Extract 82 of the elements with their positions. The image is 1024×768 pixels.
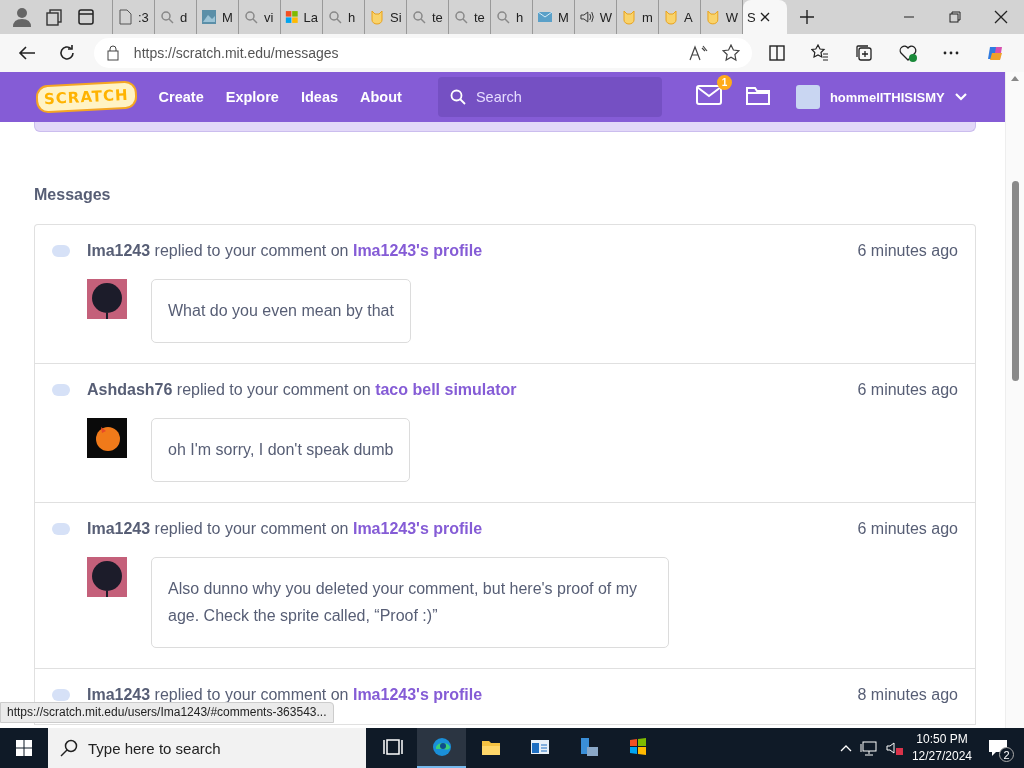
cat-icon [705, 9, 721, 25]
search-field[interactable]: Search [437, 77, 662, 117]
message-text: Ima1243 replied to your comment on Ima1243's profile [87, 520, 484, 538]
browser-tab[interactable]: S [743, 0, 787, 34]
taskbar-search-field[interactable]: Type here to search [48, 728, 366, 768]
cat-icon [621, 9, 637, 25]
close-icon[interactable] [994, 10, 1008, 24]
scrollbar-thumb[interactable] [1011, 181, 1019, 381]
nav-link[interactable]: About [360, 89, 402, 105]
search-icon [495, 9, 511, 25]
favorites-icon[interactable] [811, 44, 830, 62]
scroll-up-icon[interactable] [1011, 76, 1019, 81]
status-url: https://scratch.mit.edu/users/Ima1243/#comments-363543... [0, 702, 334, 723]
heart-pulse-icon[interactable] [898, 44, 917, 62]
tab-actions-icon[interactable] [77, 8, 95, 26]
project-link[interactable]: Ima1243's profile [352, 686, 483, 703]
network-icon[interactable] [859, 740, 878, 756]
copilot-icon[interactable] [986, 44, 1005, 62]
username[interactable]: hommelITHISISMY [829, 89, 945, 105]
read-aloud-icon[interactable] [687, 45, 708, 61]
favorite-icon[interactable] [721, 44, 740, 62]
project-link[interactable]: taco bell simulator [375, 381, 517, 398]
envelope-icon[interactable] [695, 85, 722, 105]
search-icon [159, 9, 175, 25]
search-icon [453, 9, 469, 25]
scrollbar[interactable] [1005, 72, 1024, 728]
page-icon [117, 9, 133, 25]
comment-bubble: Also dunno why you deleted your comment, but here's proof of my age. Check the sprite called, “Proof :)” [151, 557, 669, 648]
windows-logo-icon [285, 9, 299, 25]
project-link[interactable]: Ima1243's profile [352, 520, 483, 537]
speaker-icon [579, 9, 595, 25]
search-icon [449, 89, 466, 105]
nav-link[interactable]: Explore [225, 89, 279, 105]
timestamp: 6 minutes ago [857, 381, 958, 399]
user-avatar[interactable] [87, 418, 127, 458]
comment-bubble: What do you even mean by that [151, 279, 411, 343]
search-icon [327, 9, 343, 25]
new-tab-icon[interactable] [799, 9, 815, 25]
project-link[interactable]: Ima1243's profile [352, 242, 483, 259]
lock-icon [105, 45, 120, 61]
user-avatar[interactable] [795, 85, 820, 109]
task-view-icon [382, 737, 403, 757]
profile-icon[interactable] [12, 7, 32, 27]
message-text: Ima1243 replied to your comment on Ima1243's profile [87, 686, 484, 704]
collections-icon[interactable] [855, 44, 874, 62]
windows-logo-icon[interactable] [16, 740, 32, 756]
nav-link[interactable]: Ideas [300, 89, 339, 105]
search-icon [411, 9, 427, 25]
timestamp: 8 minutes ago [857, 686, 958, 704]
timestamp: 6 minutes ago [857, 520, 958, 538]
cat-icon [663, 9, 679, 25]
search-icon [243, 9, 259, 25]
taskbar-clock[interactable]: 10:50 PM 12/27/2024 [911, 731, 972, 765]
message-text: Ima1243 replied to your comment on Ima1243's profile [87, 242, 484, 260]
close-icon[interactable] [759, 12, 770, 22]
timestamp: 6 minutes ago [857, 242, 958, 260]
window-icon [529, 737, 550, 757]
message-text: Ashdash76 replied to your comment on taco bell simulator [87, 381, 518, 399]
speaker-muted-icon[interactable] [885, 740, 904, 756]
image-icon [201, 9, 217, 25]
user-avatar[interactable] [87, 279, 127, 319]
taskbar-app[interactable] [417, 728, 466, 768]
chevron-up-icon[interactable] [839, 744, 852, 752]
notification-count-badge: 2 [999, 747, 1014, 762]
message-count-badge: 1 [716, 75, 732, 90]
search-icon [60, 739, 78, 757]
address-bar[interactable]: https://scratch.mit.edu/messages [93, 38, 752, 68]
caret-icon[interactable] [954, 93, 967, 101]
workspaces-icon[interactable] [45, 8, 63, 26]
cat-icon [369, 9, 385, 25]
split-screen-icon[interactable] [767, 44, 786, 62]
nav-link[interactable]: Create [158, 89, 204, 105]
folder-icon[interactable] [745, 85, 770, 105]
restore-icon[interactable] [949, 11, 961, 23]
refresh-icon[interactable] [57, 44, 76, 62]
user-avatar[interactable] [87, 557, 127, 597]
browser-icon [431, 737, 452, 757]
envelope-icon [537, 9, 553, 25]
comment-bubble: oh I'm sorry, I don't speak dumb [151, 418, 411, 482]
back-icon[interactable] [17, 45, 36, 61]
windows-flag-icon [627, 737, 648, 757]
section-heading: Messages [34, 186, 112, 204]
